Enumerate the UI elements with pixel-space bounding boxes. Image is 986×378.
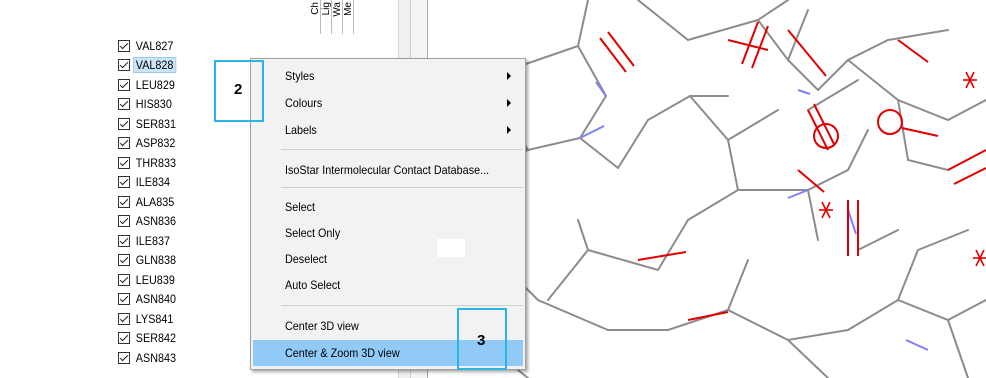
residue-checkbox[interactable] [118,293,130,306]
menu-item-select[interactable]: Select [253,194,523,220]
residue-checkbox[interactable] [118,195,130,208]
residue-label[interactable]: SER831 [134,117,178,131]
column-header-chain[interactable]: Ch [310,0,321,34]
residue-checkbox[interactable] [118,312,130,325]
residue-checkbox[interactable] [118,117,130,130]
residue-label[interactable]: ASN836 [134,214,178,228]
menu-item-auto-select[interactable]: Auto Select [253,272,523,298]
callout-step-3: 3 [457,308,507,370]
column-header-water[interactable]: Wa [332,0,343,34]
submenu-arrow-icon [507,126,511,134]
residue-checkbox[interactable] [118,254,130,267]
residue-label[interactable]: SER842 [134,331,178,345]
menu-item-styles[interactable]: Styles [253,63,523,89]
residue-label[interactable]: LYS841 [134,312,175,326]
residue-checkbox[interactable] [118,176,130,189]
residue-checkbox[interactable] [118,59,130,72]
residue-label[interactable]: ASN843 [134,351,178,365]
menu-item-select-only[interactable]: Select Only [253,220,523,246]
menu-separator [281,305,523,306]
submenu-arrow-icon [507,99,511,107]
residue-label[interactable]: VAL827 [134,39,175,53]
menu-separator [281,187,523,188]
residue-label[interactable]: ILE837 [134,234,172,248]
residue-checkbox[interactable] [118,215,130,228]
column-header-metal[interactable]: Me [343,0,354,34]
submenu-arrow-icon [507,72,511,80]
callout-step-2: 2 [214,60,264,122]
residue-checkbox[interactable] [118,351,130,364]
menu-separator [281,149,523,150]
residue-checkbox[interactable] [118,234,130,247]
residue-checkbox[interactable] [118,332,130,345]
residue-label[interactable]: ALA835 [134,195,176,209]
residue-label[interactable]: GLN838 [134,253,178,267]
menu-item-isostar[interactable]: IsoStar Intermolecular Contact Database.… [253,157,523,183]
residue-label[interactable]: ASN840 [134,292,178,306]
column-header-ligand[interactable]: Lig [321,0,332,34]
residue-label[interactable]: ASP832 [134,136,177,150]
residue-checkbox[interactable] [118,156,130,169]
menu-item-deselect[interactable]: Deselect [253,246,523,272]
residue-label[interactable]: VAL828 [133,57,177,74]
residue-row[interactable]: VAL827 [118,36,308,56]
residue-label[interactable]: LEU839 [134,273,177,287]
menu-blank-patch [437,239,465,257]
residue-label[interactable]: LEU829 [134,78,177,92]
residue-checkbox[interactable] [118,137,130,150]
residue-label[interactable]: ILE834 [134,175,172,189]
residue-checkbox[interactable] [118,273,130,286]
residue-label[interactable]: THR833 [134,156,178,170]
residue-checkbox[interactable] [118,78,130,91]
residue-checkbox[interactable] [118,39,130,52]
menu-item-labels[interactable]: Labels [253,117,523,143]
residue-label[interactable]: HIS830 [134,97,174,111]
menu-item-colours[interactable]: Colours [253,90,523,116]
column-headers: Ch Lig Wa Me [310,0,398,34]
residue-checkbox[interactable] [118,98,130,111]
